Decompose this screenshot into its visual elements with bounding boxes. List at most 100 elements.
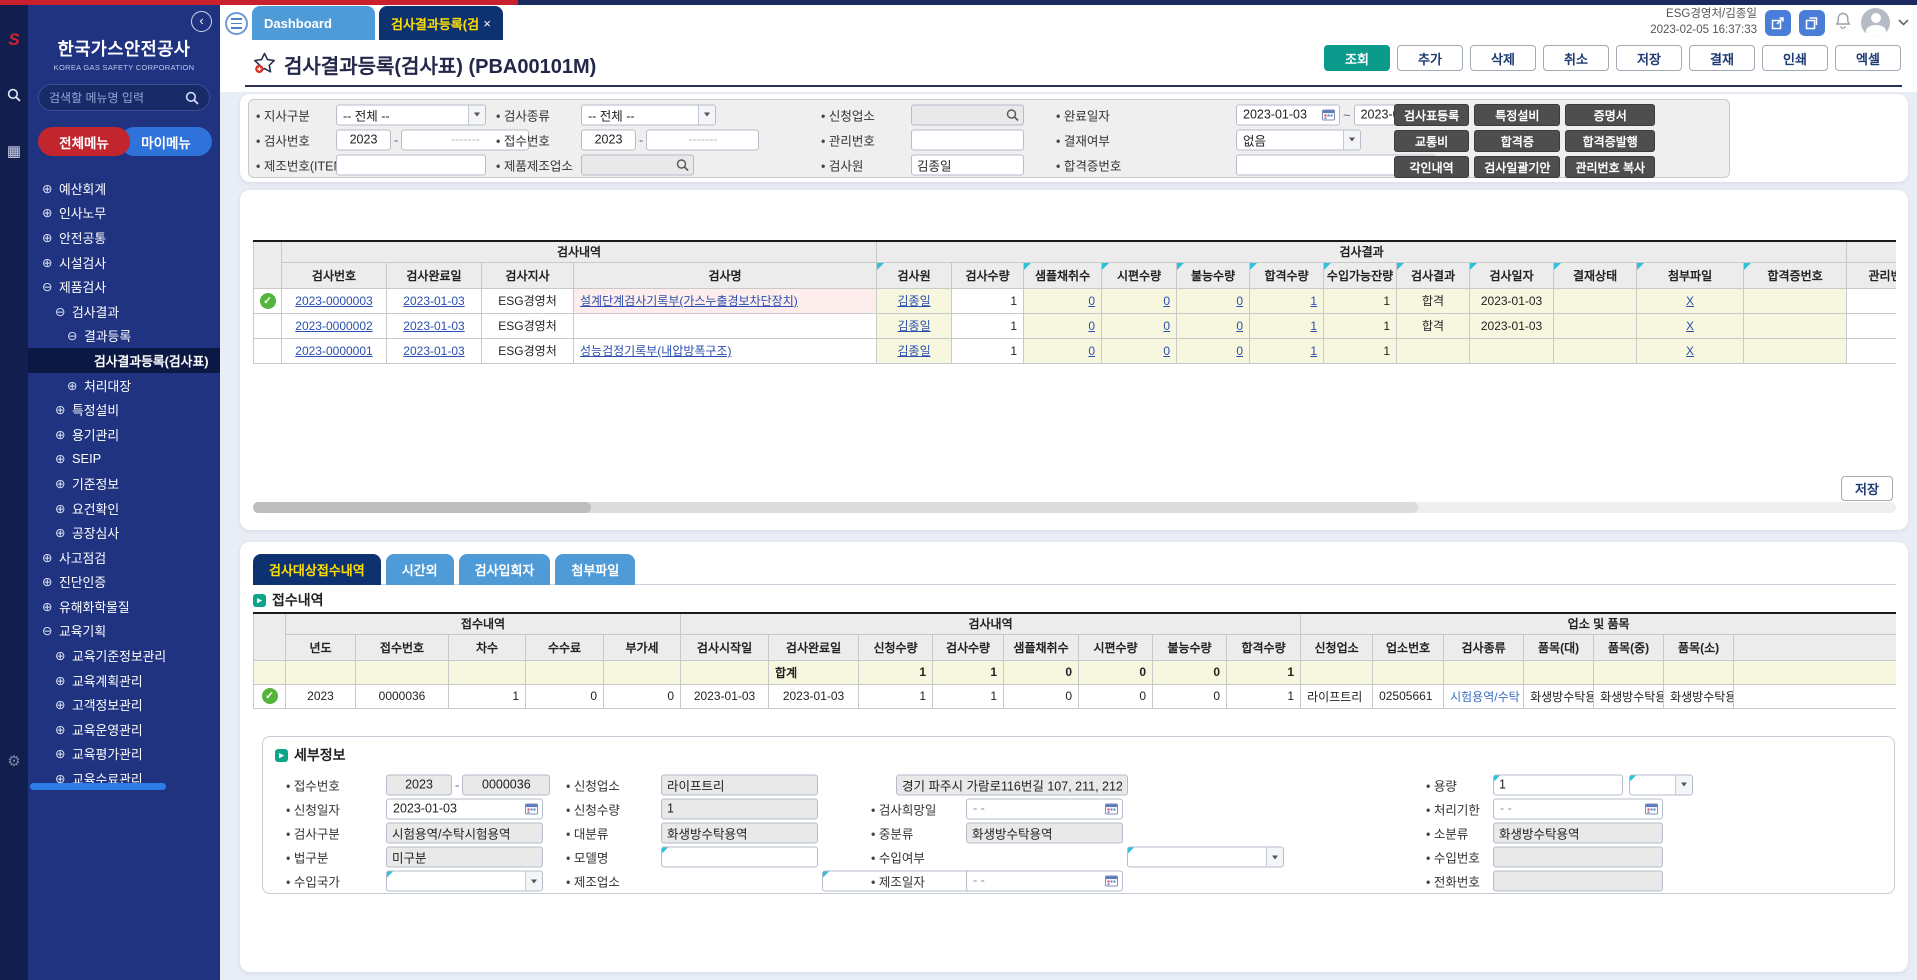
app-grid-icon[interactable]: ▦ (0, 142, 28, 160)
inspector-link[interactable]: 김종일 (897, 319, 930, 333)
grid-save-button[interactable]: 저장 (1841, 476, 1893, 501)
mng-no-input[interactable] (911, 129, 1024, 150)
insp-no-year-input[interactable] (336, 129, 391, 150)
search-icon[interactable] (185, 91, 199, 105)
pass-cert-button[interactable]: 합격증 (1474, 130, 1560, 152)
fail-count-link[interactable]: 0 (1236, 294, 1243, 308)
tab-close-icon[interactable]: × (483, 16, 491, 31)
insp-name-link[interactable]: 설계단계검사기록부(가스누출경보차단장치) (580, 294, 798, 308)
insp-no-link[interactable]: 2023-0000003 (295, 294, 372, 308)
sidebar-collapse-button[interactable]: ‹ (191, 11, 212, 32)
scrollbar-thumb[interactable] (253, 502, 591, 513)
inspector-link[interactable]: 김종일 (897, 344, 930, 358)
tab-attachments[interactable]: 첨부파일 (555, 554, 635, 585)
maker-shop-search-field[interactable] (581, 154, 694, 175)
my-menu-button[interactable]: 마이메뉴 (120, 127, 212, 156)
pass-count-link[interactable]: 1 (1310, 319, 1317, 333)
inspector-link[interactable]: 김종일 (897, 294, 930, 308)
pass-count-link[interactable]: 1 (1310, 294, 1317, 308)
sidebar-item-specific-equip[interactable]: 특정설비 (28, 397, 220, 422)
specimen-count-link[interactable]: 0 (1163, 344, 1170, 358)
sidebar-item-current-page[interactable]: 검사결과등록(검사표) (28, 348, 220, 373)
search-icon[interactable] (1006, 108, 1019, 121)
mng-no-copy-button[interactable]: 관리번호 복사 (1565, 156, 1655, 178)
fail-count-link[interactable]: 0 (1236, 319, 1243, 333)
rail-search-icon[interactable] (0, 88, 28, 105)
sidebar-item-seip[interactable]: SEIP (28, 447, 220, 472)
sidebar-item-edu-eval[interactable]: 교육평가관리 (28, 742, 220, 767)
settings-gear-icon[interactable]: ⚙ (0, 752, 28, 770)
add-button[interactable]: 추가 (1397, 45, 1463, 71)
complete-date-from[interactable]: 2023-01-03 (1236, 104, 1340, 125)
tab-witness[interactable]: 검사입회자 (459, 554, 551, 585)
capacity-input[interactable] (1493, 774, 1623, 795)
import-country-select[interactable] (386, 871, 543, 892)
sample-count-link[interactable]: 0 (1088, 319, 1095, 333)
model-input[interactable] (661, 846, 818, 867)
sidebar-item-req-check[interactable]: 요건확인 (28, 496, 220, 521)
tab-receipt-list[interactable]: 검사대상접수내역 (253, 554, 381, 585)
receipt-no-serial-input[interactable] (646, 129, 759, 150)
insp-no-link[interactable]: 2023-0000002 (295, 319, 372, 333)
sidebar-item-accident[interactable]: 사고점검 (28, 545, 220, 570)
sidebar-item-chemical[interactable]: 유해화학물질 (28, 594, 220, 619)
insp-no-link[interactable]: 2023-0000001 (295, 344, 372, 358)
sidebar-item-diagnosis[interactable]: 진단인증 (28, 570, 220, 595)
all-menu-button[interactable]: 전체메뉴 (38, 127, 130, 156)
sidebar-item-edu-schedule[interactable]: 교육계획관리 (28, 668, 220, 693)
cancel-button[interactable]: 취소 (1543, 45, 1609, 71)
capacity-unit-select[interactable] (1629, 774, 1693, 795)
notification-bell-icon[interactable] (1833, 11, 1853, 34)
menu-search-input[interactable] (49, 91, 179, 105)
sample-count-link[interactable]: 0 (1088, 344, 1095, 358)
certificate-button[interactable]: 증명서 (1565, 104, 1655, 126)
sidebar-item-result-reg[interactable]: 결과등록 (28, 324, 220, 349)
receipt-no-year-input[interactable] (581, 129, 636, 150)
sidebar-item-std-info[interactable]: 기준정보 (28, 471, 220, 496)
open-new-window-icon[interactable] (1765, 10, 1791, 36)
sidebar-item-edu-plan[interactable]: 교육기획 (28, 619, 220, 644)
copy-window-icon[interactable] (1799, 10, 1825, 36)
transport-fee-button[interactable]: 교통비 (1394, 130, 1469, 152)
insp-sheet-reg-button[interactable]: 검사표등록 (1394, 104, 1469, 126)
fail-count-link[interactable]: 0 (1236, 344, 1243, 358)
save-button[interactable]: 저장 (1616, 45, 1682, 71)
pass-count-link[interactable]: 1 (1310, 344, 1317, 358)
import-yn-select[interactable] (1127, 847, 1284, 868)
print-button[interactable]: 인쇄 (1762, 45, 1828, 71)
user-menu-chevron-icon[interactable] (1898, 17, 1909, 29)
attachment-link[interactable]: X (1686, 319, 1694, 333)
complete-date-link[interactable]: 2023-01-03 (403, 344, 464, 358)
sidebar-item-edu-ops[interactable]: 교육운영관리 (28, 717, 220, 742)
approval-select[interactable]: 없음 (1236, 129, 1361, 150)
search-icon[interactable] (676, 158, 689, 171)
sample-count-link[interactable]: 0 (1088, 294, 1095, 308)
sidebar-item-safety[interactable]: 안전공통 (28, 225, 220, 250)
tab-overtime[interactable]: 시간외 (386, 554, 454, 585)
approve-button[interactable]: 결재 (1689, 45, 1755, 71)
specific-equip-button[interactable]: 특정설비 (1474, 104, 1560, 126)
sidebar-item-facility[interactable]: 시설검사 (28, 250, 220, 275)
attachment-link[interactable]: X (1686, 294, 1694, 308)
calendar-icon[interactable] (1105, 875, 1118, 887)
complete-date-link[interactable]: 2023-01-03 (403, 319, 464, 333)
tab-dashboard[interactable]: Dashboard (252, 6, 375, 40)
user-avatar[interactable] (1861, 8, 1890, 37)
hamburger-menu-icon[interactable] (225, 12, 248, 35)
sidebar-item-edu-std[interactable]: 교육기준정보관리 (28, 643, 220, 668)
item-no-input[interactable] (336, 154, 486, 175)
sidebar-item-product[interactable]: 제품검사 (28, 274, 220, 299)
specimen-count-link[interactable]: 0 (1163, 319, 1170, 333)
branch-select[interactable]: -- 전체 -- (336, 104, 486, 125)
calendar-icon[interactable] (1322, 109, 1335, 121)
calendar-icon[interactable] (1105, 803, 1118, 815)
complete-date-link[interactable]: 2023-01-03 (403, 294, 464, 308)
inspector-input[interactable] (911, 154, 1024, 175)
sidebar-item-insp-result[interactable]: 검사결과 (28, 299, 220, 324)
pass-cert-issue-button[interactable]: 합격증발행 (1565, 130, 1655, 152)
engrave-list-button[interactable]: 각인내역 (1394, 156, 1469, 178)
sidebar-item-hr[interactable]: 인사노무 (28, 201, 220, 226)
insp-name-link[interactable]: 성능검정기록부(내압방폭구조) (580, 344, 732, 358)
query-button[interactable]: 조회 (1324, 45, 1390, 71)
excel-button[interactable]: 엑셀 (1835, 45, 1901, 71)
